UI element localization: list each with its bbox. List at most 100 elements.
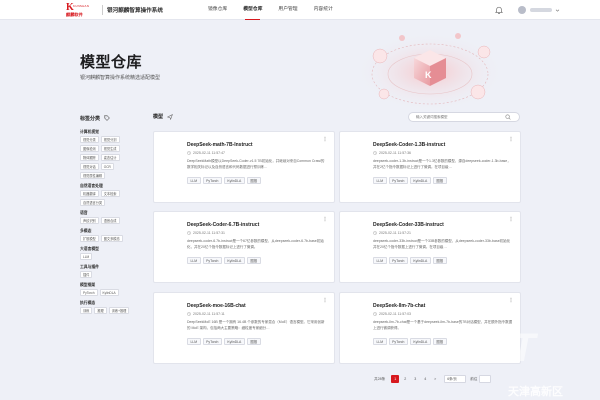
tag-item[interactable]: 训练 xyxy=(80,307,93,314)
tag-item[interactable]: 训练+推理 xyxy=(108,307,130,314)
tag-group-title: 执行模态 xyxy=(80,301,96,305)
bell-icon[interactable] xyxy=(495,6,503,14)
search-icon[interactable] xyxy=(505,114,511,120)
more-icon[interactable] xyxy=(322,297,328,303)
model-card-desc: deepseek-coder-1.3b-instruct是一个1.3亿参数的模型… xyxy=(373,159,511,169)
model-card-date: 2025-02-11 11:57:11 xyxy=(187,312,225,316)
tag-group-title: 大语言模型 xyxy=(80,247,99,251)
tag-group-llm: 大语言模型 LLM xyxy=(80,246,132,260)
more-icon[interactable] xyxy=(508,136,514,142)
more-icon[interactable] xyxy=(508,216,514,222)
username-masked[interactable] xyxy=(530,8,552,12)
tag-group-title: 多模态 xyxy=(80,229,92,233)
tag-item[interactable]: 视觉分割 xyxy=(100,136,120,143)
brand-logo[interactable]: K KUNSHAN 麒麟软件 银河麒麟智算操作系统 xyxy=(66,2,163,17)
tag-group-title: 语音 xyxy=(80,211,88,215)
model-card-date-text: 2025-02-11 11:57:31 xyxy=(193,231,225,235)
tag-item[interactable]: 声纹识别 xyxy=(80,217,99,224)
model-card-tags: LLM PyTorch KylinDLA 图推 xyxy=(187,177,261,184)
next-page-button[interactable]: > xyxy=(431,375,439,383)
more-icon[interactable] xyxy=(322,216,328,222)
model-card-tag: LLM xyxy=(373,177,387,184)
model-card-tag: 图推 xyxy=(246,338,261,345)
model-card-tag: KylinDLA xyxy=(409,338,431,345)
page-button[interactable]: 3 xyxy=(411,375,419,383)
tag-item[interactable]: 图文多模态 xyxy=(100,235,123,242)
model-card-tag: PyTorch xyxy=(388,338,408,345)
more-icon[interactable] xyxy=(508,297,514,303)
tag-item[interactable]: 机器翻译 xyxy=(80,190,99,197)
goto-label: 前往 xyxy=(470,376,478,381)
tag-item[interactable]: 视觉属性编辑 xyxy=(80,172,106,179)
clock-icon xyxy=(373,151,377,155)
model-card-desc: deepseek-coder-6.7b-instruct是一个67亿参数的模型，… xyxy=(187,239,324,249)
model-card-title[interactable]: DeepSeek-Coder-33B-instruct xyxy=(373,222,444,228)
page-button[interactable]: 2 xyxy=(401,375,409,383)
watermark-logo: HT xyxy=(480,326,538,370)
model-card-desc: DeepSeekMoE 16B 是一个拥有 16.4B 个参数的专家混合（MoE… xyxy=(187,320,325,330)
nav-item-image-repo[interactable]: 镜像仓库 xyxy=(200,0,235,20)
model-card-date: 2025-02-11 11:57:03 xyxy=(373,312,411,316)
tag-item[interactable]: 推理 xyxy=(94,307,107,314)
more-icon[interactable] xyxy=(322,136,328,142)
tag-item[interactable]: 视觉对话 xyxy=(80,163,99,170)
nav-item-user-management[interactable]: 用户管理 xyxy=(270,0,305,20)
model-card[interactable]: DeepSeek-moe-16B-chat 2025-02-11 11:57:1… xyxy=(153,292,335,364)
page-button[interactable]: 1 xyxy=(391,375,400,383)
tag-item[interactable]: 文本检索 xyxy=(100,190,120,197)
tag-item[interactable]: 姿态估计 xyxy=(100,154,120,161)
user-area xyxy=(495,0,560,20)
model-card-tag: PyTorch xyxy=(202,338,222,345)
avatar[interactable] xyxy=(518,6,526,14)
tag-item[interactable]: 图像检测 xyxy=(80,145,99,152)
tag-group-nlp: 自然语言处理 机器翻译 文本检索 自然语言分类 xyxy=(80,183,132,206)
page-size-select[interactable]: 6条/页 xyxy=(444,375,467,383)
model-card[interactable]: DeepSeek-math-7B-Instruct 2025-02-11 11:… xyxy=(153,131,335,203)
goto-page-input[interactable] xyxy=(479,375,492,383)
hero-illustration: K xyxy=(355,32,505,112)
model-card-date: 2025-02-11 11:57:31 xyxy=(187,231,225,235)
model-card-title[interactable]: DeepSeek-moe-16B-chat xyxy=(187,303,246,309)
model-card-tags: LLM PyTorch KylinDLA 图推 xyxy=(373,177,447,184)
tag-item[interactable]: OCR xyxy=(100,163,114,170)
tag-item[interactable]: 扩散模型 xyxy=(80,235,99,242)
model-card-tag: LLM xyxy=(187,257,201,264)
model-card-tag: LLM xyxy=(373,257,387,264)
model-card[interactable]: DeepSeek-Coder-6.7B-instruct 2025-02-11 … xyxy=(153,211,335,283)
logo-en: KUNSHAN xyxy=(73,3,90,8)
tag-item[interactable]: 物体跟踪 xyxy=(80,154,99,161)
model-card-date-text: 2025-02-11 11:57:36 xyxy=(379,151,411,155)
model-card-title[interactable]: DeepSeek-Coder-1.3B-instruct xyxy=(373,142,445,148)
tag-item[interactable]: 视觉分类 xyxy=(80,136,99,143)
app-title: 银河麒麟智算操作系统 xyxy=(107,7,163,14)
model-card[interactable]: DeepSeek-Coder-1.3B-instruct 2025-02-11 … xyxy=(339,131,521,203)
model-card-desc: DeepSeekMath模型以DeepSeek-Coder-v1.5 7B初始化… xyxy=(187,159,325,169)
model-card-date-text: 2025-02-11 11:57:21 xyxy=(379,231,411,235)
page-button[interactable]: 4 xyxy=(421,375,429,383)
chevron-down-icon[interactable] xyxy=(555,8,560,13)
model-card-tag: PyTorch xyxy=(202,177,222,184)
nav-item-model-repo[interactable]: 模型仓库 xyxy=(235,0,270,20)
tag-item[interactable]: LLM xyxy=(80,253,93,260)
nav-item-content-stats[interactable]: 内容统计 xyxy=(306,0,341,20)
tag-group-title: 自然语言处理 xyxy=(80,184,103,188)
tag-item[interactable]: KylinDLA xyxy=(99,289,119,296)
model-card-title[interactable]: DeepSeek-Coder-6.7B-instruct xyxy=(187,222,259,228)
search-box xyxy=(408,112,520,122)
tag-group-framework: 模型框架 PyTorch KylinDLA xyxy=(80,282,132,296)
clock-icon xyxy=(187,231,191,235)
pagination: 共28条 1 2 3 4 > 6条/页 前往 xyxy=(374,374,492,384)
model-card-title[interactable]: DeepSeek-llm-7b-chat xyxy=(373,303,425,309)
search-input[interactable] xyxy=(409,112,505,122)
tag-item[interactable]: 插件 xyxy=(80,271,93,278)
tag-item[interactable]: PyTorch xyxy=(80,289,98,296)
tag-item[interactable]: 自然语言分类 xyxy=(80,199,106,206)
model-card-date: 2025-02-11 11:57:21 xyxy=(373,231,411,235)
model-card-date-text: 2025-02-11 11:57:47 xyxy=(193,151,225,155)
model-card-title[interactable]: DeepSeek-math-7B-Instruct xyxy=(187,142,253,148)
tag-item[interactable]: 视觉生成 xyxy=(100,145,120,152)
model-card-tags: LLM PyTorch KylinDLA 图推 xyxy=(373,257,447,264)
model-card-tag: PyTorch xyxy=(388,257,408,264)
model-card[interactable]: DeepSeek-Coder-33B-instruct 2025-02-11 1… xyxy=(339,211,521,283)
tag-item[interactable]: 语音合成 xyxy=(100,217,120,224)
